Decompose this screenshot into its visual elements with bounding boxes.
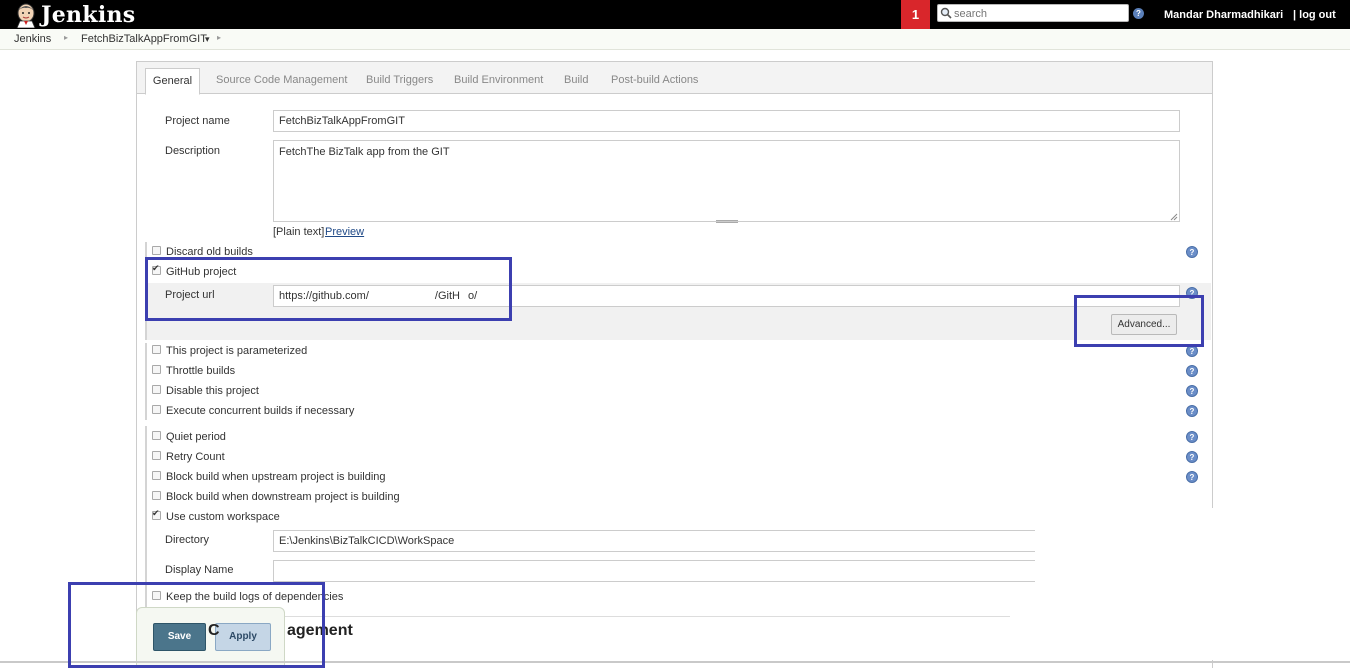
breadcrumb-jenkins[interactable]: Jenkins: [14, 33, 51, 45]
user-link[interactable]: Mandar Dharmadhikari: [1164, 9, 1283, 21]
concurrent-builds-checkbox[interactable]: [152, 405, 161, 414]
breadcrumb: Jenkins ▸ FetchBizTalkAppFromGIT ▾ ▸: [0, 29, 1350, 50]
option-label: Retry Count: [166, 451, 225, 463]
section-bar: [145, 343, 147, 420]
project-name-input[interactable]: FetchBizTalkAppFromGIT: [273, 110, 1180, 132]
chevron-down-icon[interactable]: ▾: [205, 34, 210, 45]
option-label: Execute concurrent builds if necessary: [166, 405, 355, 417]
display-name-label: Display Name: [165, 564, 234, 576]
discard-old-builds-checkbox[interactable]: [152, 246, 161, 255]
redacted-region: [1010, 600, 1050, 660]
tab-build-environment[interactable]: Build Environment: [454, 74, 543, 86]
description-label: Description: [165, 145, 221, 157]
redacted-region: [1213, 520, 1350, 620]
option-label: Use custom workspace: [166, 511, 280, 523]
search-box: [937, 4, 1129, 22]
option-label: Disable this project: [166, 385, 259, 397]
help-icon[interactable]: ?: [1186, 405, 1198, 417]
help-icon[interactable]: ?: [1186, 385, 1198, 397]
custom-workspace-checkbox[interactable]: [152, 508, 161, 520]
notification-badge[interactable]: 1: [901, 0, 930, 29]
tab-build-triggers[interactable]: Build Triggers: [366, 74, 433, 86]
tab-source-code-management[interactable]: Source Code Management: [216, 74, 347, 86]
option-label: Throttle builds: [166, 365, 236, 377]
project-name-label: Project name: [165, 115, 230, 127]
annotation-box-save: [68, 582, 325, 668]
block-upstream-checkbox[interactable]: [152, 471, 161, 480]
textarea-grip[interactable]: [716, 220, 738, 223]
description-textarea[interactable]: FetchThe BizTalk app from the GIT: [273, 140, 1180, 222]
tab-build[interactable]: Build: [564, 74, 588, 86]
logout-link[interactable]: | log out: [1293, 9, 1336, 21]
option-label: Block build when upstream project is bui…: [166, 471, 386, 483]
option-label: This project is parameterized: [166, 345, 308, 357]
option-label: Block build when downstream project is b…: [166, 491, 400, 503]
help-icon[interactable]: ?: [1186, 246, 1198, 258]
search-help-icon[interactable]: ?: [1133, 8, 1144, 19]
breadcrumb-separator: ▸: [217, 33, 222, 42]
disable-project-checkbox[interactable]: [152, 385, 161, 394]
help-icon[interactable]: ?: [1186, 451, 1198, 463]
tab-general[interactable]: General: [145, 68, 200, 95]
config-tabbar: General Source Code Management Build Tri…: [137, 62, 1212, 95]
top-header: Jenkins 1 ? Mandar Dharmadhikari | log o…: [0, 0, 1350, 29]
throttle-builds-checkbox[interactable]: [152, 365, 161, 374]
help-icon[interactable]: ?: [1186, 365, 1198, 377]
option-label: Quiet period: [166, 431, 226, 443]
block-downstream-checkbox[interactable]: [152, 491, 161, 500]
preview-link[interactable]: Preview: [325, 226, 364, 238]
quiet-period-checkbox[interactable]: [152, 431, 161, 440]
plain-text-label: [Plain text]: [273, 226, 325, 238]
help-icon[interactable]: ?: [1186, 431, 1198, 443]
help-icon[interactable]: ?: [1186, 471, 1198, 483]
breadcrumb-separator: ▸: [64, 33, 69, 42]
redacted-region: [1035, 508, 1213, 660]
jenkins-butler-icon: [14, 3, 38, 28]
tab-post-build-actions[interactable]: Post-build Actions: [611, 74, 698, 86]
search-icon: [940, 7, 952, 19]
resize-handle-icon[interactable]: [1170, 212, 1178, 221]
annotation-box-advanced: [1074, 295, 1204, 347]
search-input[interactable]: [954, 6, 1126, 21]
directory-label: Directory: [165, 534, 210, 546]
section-bar: [145, 426, 147, 608]
jenkins-logo[interactable]: Jenkins: [14, 2, 135, 28]
breadcrumb-project[interactable]: FetchBizTalkAppFromGIT: [81, 33, 207, 45]
retry-count-checkbox[interactable]: [152, 451, 161, 460]
jenkins-wordmark: Jenkins: [41, 2, 136, 28]
annotation-box-github: [145, 257, 512, 321]
parameterized-checkbox[interactable]: [152, 345, 161, 354]
